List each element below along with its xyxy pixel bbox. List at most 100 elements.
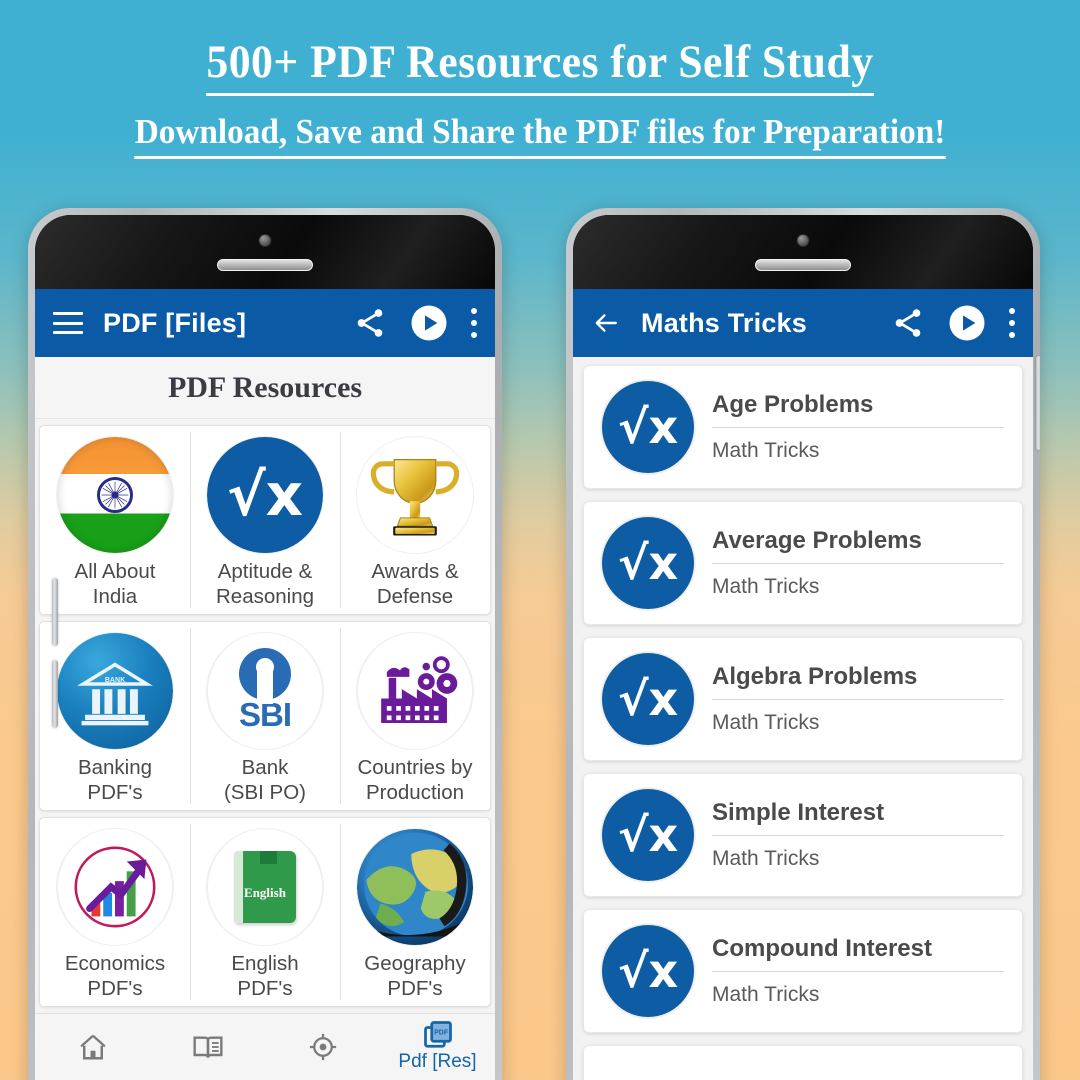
list-item-subtitle: Math Tricks [712,575,820,598]
front-camera-icon [796,234,810,247]
square-root-x-icon: √x [602,653,694,745]
grid-item-geography-pdfs[interactable]: Geography PDF's [340,818,490,1006]
bank-building-icon: BANK [56,632,174,750]
growth-chart-icon [56,828,174,946]
list-item-text: Simple Interest Math Tricks [712,799,1008,871]
app-bar-left: PDF [Files] [35,289,495,357]
square-root-x-icon: √x [602,789,694,881]
nav-item-target[interactable] [265,1032,380,1062]
earpiece-speaker [755,259,851,271]
list-item-title: Simple Interest [712,799,885,826]
nav-item-book[interactable] [150,1031,265,1063]
grid-item-label: Awards & Defense [371,560,459,608]
list-item-title: Compound Interest [712,935,932,962]
grid-item-banking-pdfs[interactable]: BANK Banking PDF's [40,622,190,810]
grid-item-label: Countries by Production [357,756,473,804]
factory-icon [356,632,474,750]
app-bar-title-right: Maths Tricks [641,307,807,338]
list-item[interactable]: √x Simple Interest Math Tricks [583,773,1023,897]
sqrt-glyph: √x [617,400,679,454]
headline-primary: 500+ PDF Resources for Self Study [38,0,1042,96]
sqrt-glyph: √x [617,808,679,862]
square-root-x-icon: √x [602,517,694,609]
grid-item-countries-by-production[interactable]: Countries by Production [340,622,490,810]
globe-icon [356,828,474,946]
list-item-text: Compound Interest Math Tricks [712,935,1008,1007]
list-item-title: Age Problems [712,391,874,418]
grid-item-english-pdfs[interactable]: English English PDF's [190,818,340,1006]
phone-bezel-top [573,215,1033,289]
book-bookmark [260,851,277,864]
square-root-x-icon: √x [602,925,694,1017]
grid-item-all-about-india[interactable]: All About India [40,426,190,614]
back-arrow-icon[interactable] [591,310,621,336]
earpiece-speaker [217,259,313,271]
list-item[interactable]: √x Algebra Problems Math Tricks [583,637,1023,761]
section-title: PDF Resources [167,370,363,404]
share-icon[interactable] [891,306,925,340]
more-vertical-icon[interactable] [471,308,477,338]
list-item-subtitle: Math Tricks [712,439,820,462]
share-icon[interactable] [353,306,387,340]
sbi-key-mark [239,648,291,700]
grid-item-label: Banking PDF's [77,756,153,804]
list-item-title: Average Problems [712,527,922,554]
grid-row: BANK Banking PDF's SBI Bank (SBI PO) Cou… [39,621,491,811]
sqrt-glyph: √x [617,944,679,998]
grid-item-bank-sbi-po[interactable]: SBI Bank (SBI PO) [190,622,340,810]
grid-item-aptitude-reasoning[interactable]: √x Aptitude & Reasoning [190,426,340,614]
sqrt-glyph: √x [617,672,679,726]
nav-item-pdf-label: Pdf [Res] [398,1051,477,1072]
content-area-right: √x Age Problems Math Tricks √x Average P… [573,357,1033,1080]
grid-item-label: Bank (SBI PO) [223,756,306,804]
grid-item-label: Aptitude & Reasoning [215,560,314,608]
grid-item-economics-pdfs[interactable]: Economics PDF's [40,818,190,1006]
section-header: PDF Resources [35,357,495,419]
target-icon [309,1033,336,1060]
volume-down-button[interactable] [52,660,58,728]
volume-up-button[interactable] [52,578,58,646]
square-root-x-icon: √x [602,381,694,473]
front-camera-icon [258,234,272,247]
nav-item-pdf-res[interactable]: PDF Pdf [Res] [380,1020,495,1073]
grid-row: Economics PDF's English English PDF's Ge… [39,817,491,1007]
list-item[interactable]: √x Age Problems Math Tricks [583,365,1023,489]
more-vertical-icon[interactable] [1009,308,1015,338]
grid-row: All AboutIndia √x Aptitude &Reasoning [39,425,491,615]
list-item[interactable]: √x Compound Interest Math Tricks [583,909,1023,1033]
grid-item-label: Geography PDF's [364,952,466,1000]
phone-mockup-right: Maths Tricks √x Age Problems Math Tricks… [566,208,1040,1080]
app-bar-right: Maths Tricks [573,289,1033,357]
bank-building-text: BANK [105,677,126,684]
grid-item-label: Economics PDF's [64,952,166,1000]
list-item-partial[interactable] [583,1045,1023,1080]
list-item[interactable]: √x Average Problems Math Tricks [583,501,1023,625]
list-item-text: Average Problems Math Tricks [712,527,1008,599]
list-item-subtitle: Math Tricks [712,847,820,870]
phone-bezel-top [35,215,495,289]
content-area-left: PDF Resources All About India √x Aptitud… [35,357,495,1080]
sbi-logo-icon: SBI [206,632,324,750]
headline-secondary: Download, Save and Share the PDF files f… [27,87,1053,160]
grid-item-awards-defense[interactable]: Awards & Defense [340,426,490,614]
list-item-subtitle: Math Tricks [712,983,820,1006]
phone-screen-right: Maths Tricks √x Age Problems Math Tricks… [573,215,1033,1080]
list-item-title: Algebra Problems [712,663,918,690]
sqrt-glyph: √x [617,536,679,590]
play-circle-icon[interactable] [409,303,449,343]
promo-headline-block: 500+ PDF Resources for Self Study Downlo… [0,0,1080,190]
india-flag-icon [56,436,174,554]
power-button[interactable] [1036,356,1040,450]
app-bar-title-left: PDF [Files] [103,307,247,338]
bottom-navigation-bar: PDF Pdf [Res] [35,1013,495,1079]
sqrt-glyph: √x [226,461,304,529]
play-circle-icon[interactable] [947,303,987,343]
english-book-icon: English [206,828,324,946]
headline-secondary-text: Download, Save and Share the PDF files f… [134,112,946,160]
hamburger-menu-icon[interactable] [53,312,83,334]
nav-item-home[interactable] [35,1032,150,1062]
square-root-x-icon: √x [206,436,324,554]
pdf-file-icon: PDF [423,1021,452,1048]
grid-item-label: All About India [74,560,156,608]
home-icon [79,1034,106,1059]
